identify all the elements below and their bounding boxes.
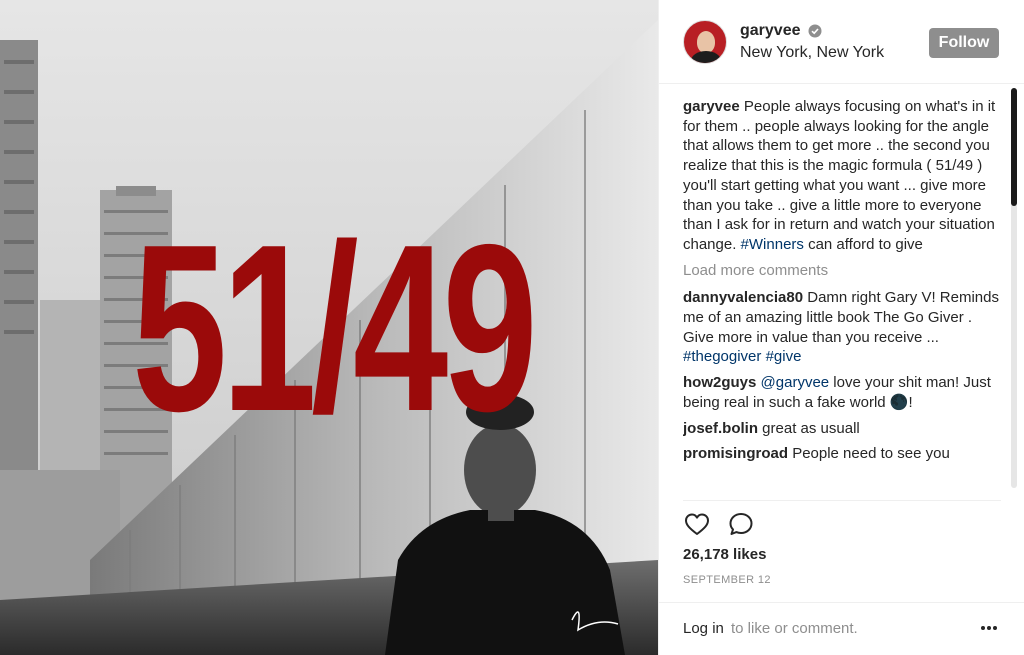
login-link[interactable]: Log in <box>683 620 724 637</box>
caption: garyvee People always focusing on what's… <box>683 97 999 255</box>
post-date: SEPTEMBER 12 <box>683 574 771 586</box>
comment-username[interactable]: how2guys <box>683 374 756 391</box>
avatar[interactable] <box>683 20 727 64</box>
comment-username[interactable]: dannyvalencia80 <box>683 289 803 306</box>
hashtag-give[interactable]: #give <box>766 348 802 365</box>
caption-text-end: can afford to give <box>803 235 923 253</box>
scrollbar-thumb[interactable] <box>1011 88 1017 206</box>
hashtag-winners[interactable]: #Winners <box>741 236 804 253</box>
post-photo[interactable]: 51/49 <box>0 0 658 655</box>
comment-item: promisingroad People need to see you <box>683 444 999 464</box>
mention-garyvee[interactable]: @garyvee <box>761 374 830 391</box>
caption-username[interactable]: garyvee <box>683 98 740 115</box>
login-prompt-text: to like or comment. <box>731 620 858 637</box>
overlay-text: 51/49 <box>132 196 538 461</box>
heart-icon[interactable] <box>683 510 711 538</box>
verified-badge-icon <box>808 24 822 38</box>
avatar-face <box>697 31 715 53</box>
comment-username[interactable]: promisingroad <box>683 445 788 462</box>
likes-count[interactable]: 26,178 likes <box>683 546 766 563</box>
location-link[interactable]: New York, New York <box>740 44 884 62</box>
comment-username[interactable]: josef.bolin <box>683 420 758 437</box>
comments-scrollbar[interactable] <box>1011 88 1017 488</box>
comment-item: josef.bolin great as usuall <box>683 419 999 439</box>
more-options-icon[interactable] <box>979 623 999 633</box>
load-more-comments-button[interactable]: Load more comments <box>683 261 999 281</box>
follow-button[interactable]: Follow <box>929 28 999 58</box>
comment-bubble-icon[interactable] <box>727 510 755 538</box>
caption-text: People always focusing on what's in it f… <box>683 98 996 253</box>
comment-text: great as usuall <box>762 419 860 437</box>
post-header: garyvee New York, New York Follow <box>659 0 1024 84</box>
post-footer: Log in to like or comment. <box>659 602 1024 655</box>
post-sidebar: garyvee New York, New York Follow garyve… <box>658 0 1024 655</box>
comment-item: dannyvalencia80 Damn right Gary V! Remin… <box>683 288 999 367</box>
header-username[interactable]: garyvee <box>740 22 801 40</box>
comment-text: People need to see you <box>792 445 950 463</box>
divider <box>683 500 1001 501</box>
comments-list[interactable]: garyvee People always focusing on what's… <box>683 97 999 499</box>
hashtag-thegogiver[interactable]: #thegogiver <box>683 348 761 365</box>
comment-item: how2guys @garyvee love your shit man! Ju… <box>683 373 999 412</box>
avatar-body <box>691 51 721 63</box>
